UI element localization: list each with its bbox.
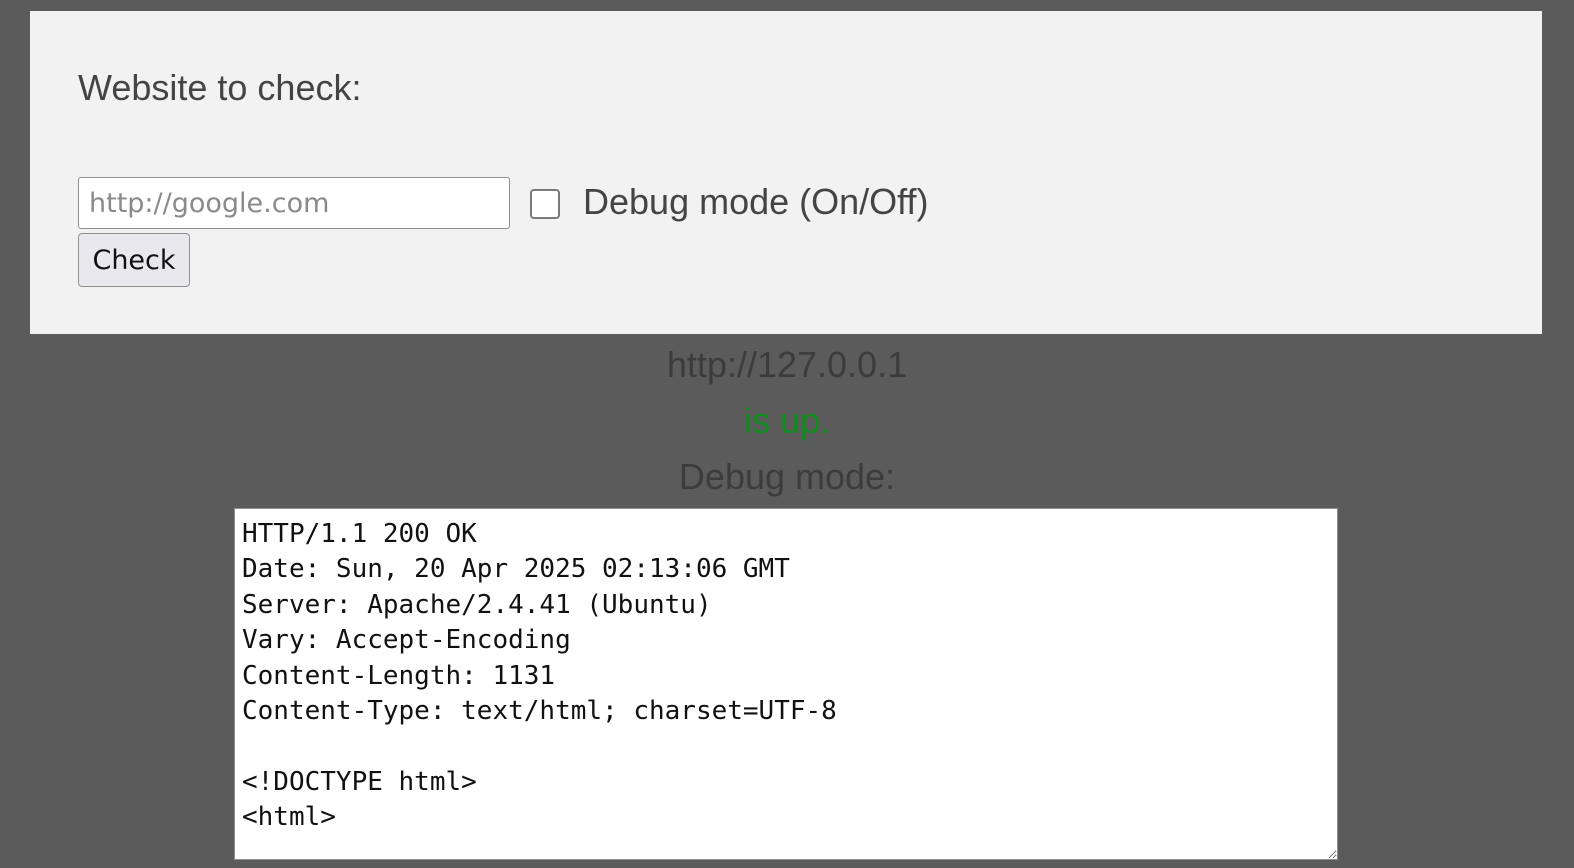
website-url-input[interactable]	[78, 177, 510, 229]
result-url: http://127.0.0.1	[666, 344, 908, 385]
check-form-panel: Website to check: Debug mode (On/Off) Ch…	[30, 11, 1542, 334]
debug-mode-checkbox-label[interactable]: Debug mode (On/Off)	[583, 181, 929, 223]
debug-mode-checkbox[interactable]	[530, 189, 560, 219]
check-button[interactable]: Check	[78, 233, 190, 287]
result-status: is up.	[743, 400, 831, 441]
debug-output-textarea[interactable]: HTTP/1.1 200 OK Date: Sun, 20 Apr 2025 0…	[234, 508, 1338, 860]
website-to-check-label: Website to check:	[78, 67, 362, 108]
debug-mode-label: Debug mode:	[678, 456, 896, 497]
